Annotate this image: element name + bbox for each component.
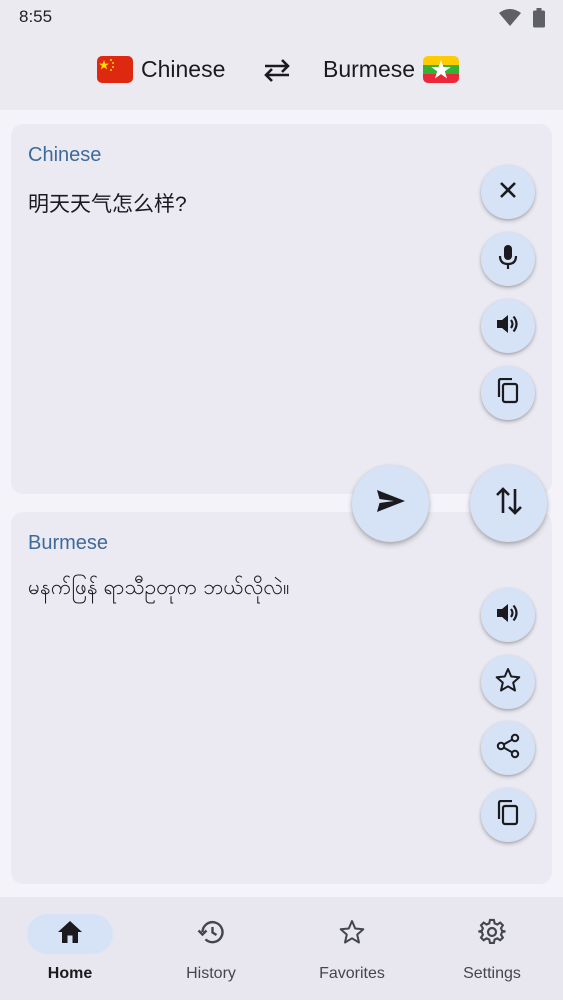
target-card: Burmese မနက်ဖြန် ရာသီဥတုက ဘယ်လိုလဲ။ <box>11 512 552 884</box>
clear-button[interactable] <box>481 165 535 219</box>
star-outline-icon <box>339 919 365 950</box>
copy-source-button[interactable] <box>481 366 535 420</box>
copy-icon <box>496 799 520 831</box>
source-card-label: Chinese <box>28 144 102 166</box>
battery-icon <box>533 8 545 33</box>
nav-settings-label: Settings <box>463 965 521 982</box>
nav-history-indicator <box>168 914 254 954</box>
swap-vertical-icon <box>495 485 523 522</box>
nav-history[interactable]: History <box>141 897 281 1000</box>
target-language-selector[interactable]: Burmese <box>323 56 460 83</box>
nav-favorites[interactable]: Favorites <box>282 897 422 1000</box>
source-card: Chinese 明天天气怎么样? <box>11 124 552 494</box>
bottom-navigation: Home History Favorites Settings <box>0 897 563 1000</box>
volume-icon <box>495 312 521 341</box>
target-card-label: Burmese <box>28 532 109 554</box>
nav-home-indicator <box>27 914 113 954</box>
swap-horizontal-icon <box>261 58 293 87</box>
nav-settings-indicator <box>449 914 535 954</box>
nav-favorites-indicator <box>309 914 395 954</box>
history-icon <box>197 919 225 950</box>
voice-input-button[interactable] <box>481 232 535 286</box>
nav-home-label: Home <box>47 965 93 982</box>
swap-texts-button[interactable] <box>470 465 547 542</box>
translation-text: မနက်ဖြန် ရာသီဥတုက ဘယ်လိုလဲ။ <box>28 576 290 599</box>
star-icon <box>495 667 521 698</box>
status-time: 8:55 <box>19 7 53 26</box>
share-button[interactable] <box>481 721 535 775</box>
nav-history-label: History <box>186 965 236 982</box>
source-language-name: Chinese <box>141 56 226 82</box>
favorite-button[interactable] <box>481 655 535 709</box>
source-language-selector[interactable]: Chinese <box>97 56 225 83</box>
target-language-name: Burmese <box>323 56 416 82</box>
status-bar: 8:55 <box>0 0 563 36</box>
speak-source-button[interactable] <box>481 299 535 353</box>
source-text-input[interactable]: 明天天气怎么样? <box>28 188 187 218</box>
language-bar: Chinese Burmese <box>0 36 563 110</box>
translate-button[interactable] <box>352 465 429 542</box>
speak-translation-button[interactable] <box>481 588 535 642</box>
gear-icon <box>478 918 506 951</box>
china-flag-icon <box>97 56 133 83</box>
myanmar-flag-icon <box>423 56 460 83</box>
swap-languages-button[interactable] <box>259 56 295 88</box>
send-icon <box>376 488 406 519</box>
home-icon <box>57 920 83 949</box>
volume-icon <box>495 601 521 630</box>
nav-favorites-label: Favorites <box>319 965 385 982</box>
nav-settings[interactable]: Settings <box>422 897 562 1000</box>
status-icons <box>499 8 545 33</box>
wifi-icon <box>499 9 521 32</box>
copy-icon <box>496 377 520 409</box>
share-icon <box>495 733 521 764</box>
nav-home[interactable]: Home <box>0 897 140 1000</box>
close-icon <box>497 179 519 206</box>
mic-icon <box>497 244 519 275</box>
copy-translation-button[interactable] <box>481 788 535 842</box>
